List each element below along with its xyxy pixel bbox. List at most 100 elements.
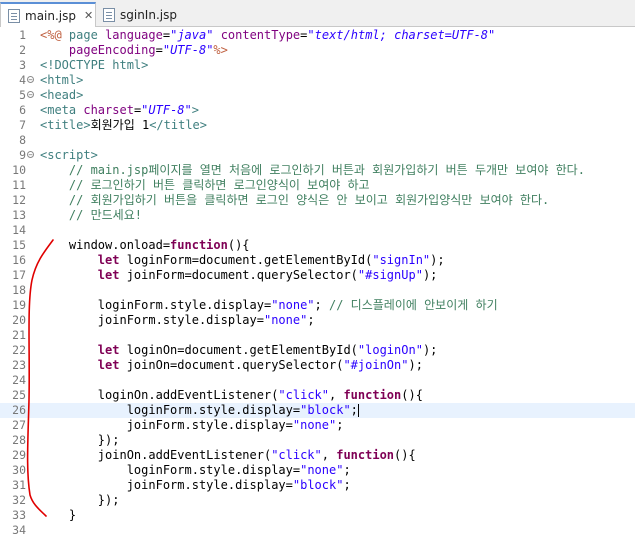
code-line[interactable]: 31 joinForm.style.display="block"; [0, 478, 635, 493]
code-token: ; [350, 403, 358, 417]
line-number: 33 [12, 508, 26, 522]
line-number: 31 [12, 478, 26, 492]
code-line[interactable]: 13 // 만드세요! [0, 208, 635, 223]
code-token: (){ [227, 238, 250, 252]
line-number: 20 [12, 313, 26, 327]
line-number: 4 [19, 73, 26, 87]
code-token: loginForm=document.getElementById( [119, 253, 373, 267]
code-text: loginForm.style.display="block"; [40, 403, 359, 418]
code-line[interactable]: 18 [0, 283, 635, 298]
code-token: <title> [40, 118, 91, 132]
code-text: window.onload=function(){ [40, 238, 250, 253]
code-token: joinForm.style.display= [40, 418, 293, 432]
code-line[interactable]: 2 pageEncoding="UTF-8"%> [0, 43, 635, 58]
code-token: = [162, 28, 171, 42]
code-line[interactable]: 27 joinForm.style.display="none"; [0, 418, 635, 433]
code-token: "text/html; charset=UTF-8" [307, 28, 496, 42]
line-number: 16 [12, 253, 26, 267]
code-token: </title> [149, 118, 207, 132]
code-text: // 만드세요! [40, 208, 142, 223]
code-line[interactable]: 14 [0, 223, 635, 238]
code-token: <script> [40, 148, 98, 162]
code-token: "signIn" [372, 253, 431, 267]
code-line[interactable]: 30 loginForm.style.display="none"; [0, 463, 635, 478]
code-line[interactable]: 25 loginOn.addEventListener("click", fun… [0, 388, 635, 403]
line-number: 18 [12, 283, 26, 297]
tab-main-jsp[interactable]: main.jsp ✕ [0, 2, 96, 27]
code-line[interactable]: 22 let loginOn=document.getElementById("… [0, 343, 635, 358]
code-text: <%@ page language="java" contentType="te… [40, 28, 495, 43]
code-token: <head> [40, 88, 84, 102]
code-token: "loginOn" [357, 343, 423, 357]
code-line[interactable]: 26 loginForm.style.display="block"; [0, 403, 635, 418]
code-text: <html> [40, 73, 83, 88]
line-number: 5 [19, 88, 26, 102]
code-token: ); [408, 358, 423, 372]
code-line[interactable]: 33 } [0, 508, 635, 523]
line-number: 32 [12, 493, 26, 507]
code-token: loginForm.style.display= [40, 298, 272, 312]
code-token: <meta [40, 103, 77, 117]
code-line[interactable]: 9− <script> [0, 148, 635, 163]
code-token: "none" [292, 418, 337, 432]
code-token: ; [307, 313, 315, 327]
code-line[interactable]: 7 <title>회원가입 1</title> [0, 118, 635, 133]
line-number: 23 [12, 358, 26, 372]
code-line[interactable]: 20 joinForm.style.display="none"; [0, 313, 635, 328]
code-line[interactable]: 1 <%@ page language="java" contentType="t… [0, 28, 635, 43]
code-token: loginOn=document.getElementById( [119, 343, 358, 357]
code-token: = [155, 43, 163, 57]
code-line[interactable]: 16 let loginForm=document.getElementById… [0, 253, 635, 268]
code-line[interactable]: 21 [0, 328, 635, 343]
code-line[interactable]: 5− <head> [0, 88, 635, 103]
code-text: let joinOn=document.querySelector("#join… [40, 358, 423, 373]
tab-signin-jsp[interactable]: sginIn.jsp [96, 2, 178, 27]
code-text: let loginOn=document.getElementById("log… [40, 343, 438, 358]
fold-toggle-icon[interactable]: − [27, 76, 34, 84]
code-text: <head> [40, 88, 83, 103]
code-text: <meta charset="UTF-8"> [40, 103, 199, 118]
code-line[interactable]: 23 let joinOn=document.querySelector("#j… [0, 358, 635, 373]
fold-toggle-icon[interactable]: − [27, 151, 34, 159]
code-line[interactable]: 8 [0, 133, 635, 148]
code-line[interactable]: 24 [0, 373, 635, 388]
line-number: 2 [19, 43, 26, 57]
code-token: "UTF-8" [141, 103, 192, 117]
code-line[interactable]: 19 loginForm.style.display="none"; // 디스… [0, 298, 635, 313]
code-line[interactable]: 11 // 로그인하기 버튼 클릭하면 로그인양식이 보여야 하고 [0, 178, 635, 193]
close-icon[interactable]: ✕ [84, 9, 93, 22]
code-token: "click" [278, 388, 329, 402]
code-token: ; [336, 418, 344, 432]
code-line[interactable]: 3 <!DOCTYPE html> [0, 58, 635, 73]
code-line[interactable]: 17 let joinForm=document.querySelector("… [0, 268, 635, 283]
code-token: }); [40, 493, 120, 507]
code-token: (){ [394, 448, 416, 462]
jsp-file-icon [103, 7, 115, 22]
code-line[interactable]: 28 }); [0, 433, 635, 448]
code-token: "click" [271, 448, 322, 462]
line-number: 3 [19, 58, 26, 72]
code-line[interactable]: 34 [0, 523, 635, 538]
code-token: "none" [263, 313, 308, 327]
code-editor[interactable]: 1 <%@ page language="java" contentType="t… [0, 28, 635, 538]
fold-toggle-icon[interactable]: − [27, 91, 34, 99]
line-number: 11 [12, 178, 26, 192]
code-line[interactable]: 4− <html> [0, 73, 635, 88]
code-token: contentType [220, 28, 301, 42]
code-token: function [343, 388, 402, 402]
code-token: ); [422, 343, 438, 357]
code-line[interactable]: 15 window.onload=function(){ [0, 238, 635, 253]
code-line[interactable]: 10 // main.jsp페이지를 열면 처음에 로그인하기 버튼과 회원가입… [0, 163, 635, 178]
code-line[interactable]: 6 <meta charset="UTF-8"> [0, 103, 635, 118]
code-line[interactable]: 32 }); [0, 493, 635, 508]
code-token: function [170, 238, 228, 252]
code-line[interactable]: 12 // 회원가입하기 버튼을 클릭하면 로그인 양식은 안 보이고 회원가입… [0, 193, 635, 208]
code-token: language [105, 28, 163, 42]
code-token: // 회원가입하기 버튼을 클릭하면 로그인 양식은 안 보이고 회원가입양식만… [40, 193, 550, 207]
line-number: 12 [12, 193, 26, 207]
code-token: "none" [300, 463, 344, 477]
code-token: charset [83, 103, 134, 117]
code-line[interactable]: 29 joinOn.addEventListener("click", func… [0, 448, 635, 463]
